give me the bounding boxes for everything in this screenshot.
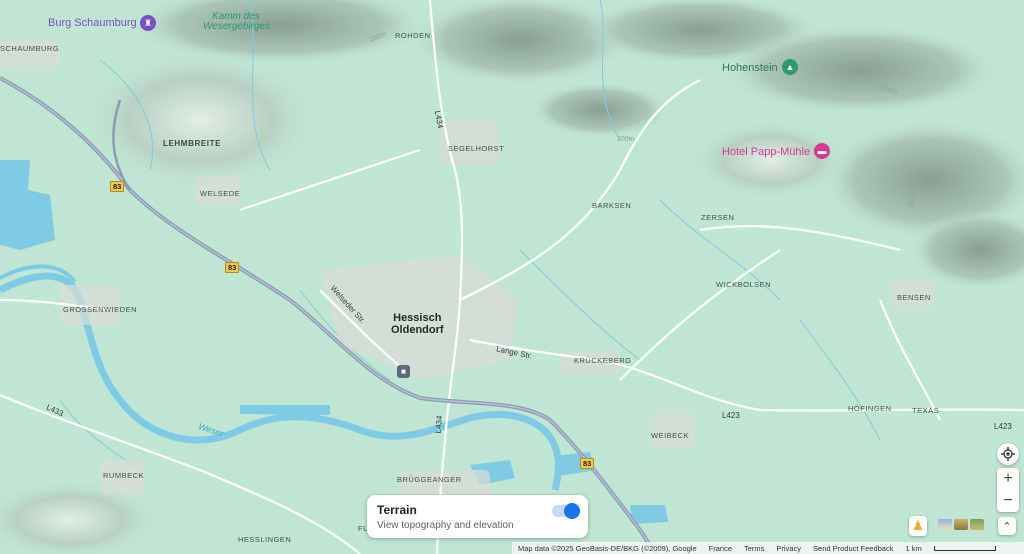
map-canvas[interactable] [0, 0, 1024, 554]
poi-burg-schaumburg[interactable]: Burg Schaumburg [48, 17, 137, 29]
scale-label[interactable]: 1 km [905, 544, 921, 553]
footer-privacy-link[interactable]: Privacy [776, 544, 801, 553]
map-footer: Map data ©2025 GeoBasis-DE/BKG (©2009), … [512, 542, 1024, 554]
poi-hotel-papp-muehle[interactable]: Hotel Papp-Mühle [722, 146, 810, 158]
label-segelhorst: SEGELHORST [448, 144, 505, 153]
road-label-l434-bottom: L434 [433, 415, 445, 434]
castle-icon[interactable]: ♜ [140, 15, 156, 31]
hotel-icon[interactable]: ▬ [814, 143, 830, 159]
label-rohden: ROHDEN [395, 31, 431, 40]
label-weibeck: WEIBECK [651, 431, 690, 440]
label-kruckeberg: KRÜCKEBERG [574, 356, 632, 365]
label-schaumburg: SCHAUMBURG [0, 44, 60, 53]
label-hessisch-oldendorf: Hessisch Oldendorf [391, 312, 444, 336]
bus-stop-icon[interactable]: ■ [397, 365, 410, 378]
label-lehmbreite: LEHMBREITE [163, 139, 221, 148]
road-shield-a83-2: 83 [225, 262, 240, 273]
layer-thumb-2[interactable] [954, 519, 968, 530]
road-shield-a83-1: 83 [110, 181, 125, 192]
footer-feedback-link[interactable]: Send Product Feedback [813, 544, 893, 553]
expand-icon[interactable]: ⌃ [998, 517, 1016, 535]
town-line-2: Oldendorf [391, 324, 444, 336]
poi-hohenstein[interactable]: Hohenstein [722, 62, 778, 74]
road-shield-a83-3: 83 [580, 458, 595, 469]
mountain-icon[interactable]: ▲ [782, 59, 798, 75]
label-bruggeanger: BRÜGGEANGER [397, 475, 462, 484]
terrain-card-subtitle: View topography and elevation [377, 520, 514, 531]
label-zersen: ZERSEN [701, 213, 735, 222]
zoom-in-button[interactable]: + [1003, 468, 1012, 490]
road-label-l423-right: L423 [994, 422, 1012, 431]
layer-thumb-3[interactable] [970, 519, 984, 530]
layer-thumb-1[interactable] [938, 519, 952, 530]
zoom-control: + − [997, 468, 1019, 512]
label-wickbolsen: WICKBOLSEN [716, 280, 772, 289]
label-hofingen: HÖFINGEN [848, 404, 892, 413]
label-grossenwieden: GROSSENWIEDEN [63, 305, 138, 314]
footer-terms-link[interactable]: Terms [744, 544, 764, 553]
terrain-toggle[interactable] [552, 503, 580, 519]
footer-country[interactable]: France [709, 544, 732, 553]
label-barksen: BARKSEN [592, 201, 632, 210]
my-location-icon[interactable] [997, 443, 1019, 465]
map-data-attribution: Map data ©2025 GeoBasis-DE/BKG (©2009), … [518, 543, 697, 553]
label-hesslingen: HESSLINGEN [238, 535, 292, 544]
label-texas: TEXAS [912, 406, 940, 415]
terrain-layer-card[interactable]: Terrain View topography and elevation [367, 495, 588, 538]
label-welsede: WELSEDE [200, 189, 241, 198]
pegman-icon[interactable]: ♟ [909, 516, 927, 536]
road-label-l423: L423 [722, 411, 740, 420]
scale-bar [933, 545, 996, 551]
terrain-card-title: Terrain [377, 503, 417, 517]
label-rumbeck: RUMBECK [103, 471, 145, 480]
zoom-out-button[interactable]: − [1003, 490, 1012, 512]
contour-200-2: 200m [617, 136, 635, 143]
label-bensen: BENSEN [897, 293, 931, 302]
label-kamm2: Wesergebirges [203, 21, 271, 32]
town-line-1: Hessisch [393, 312, 442, 324]
terrain-toggle-knob [564, 503, 580, 519]
